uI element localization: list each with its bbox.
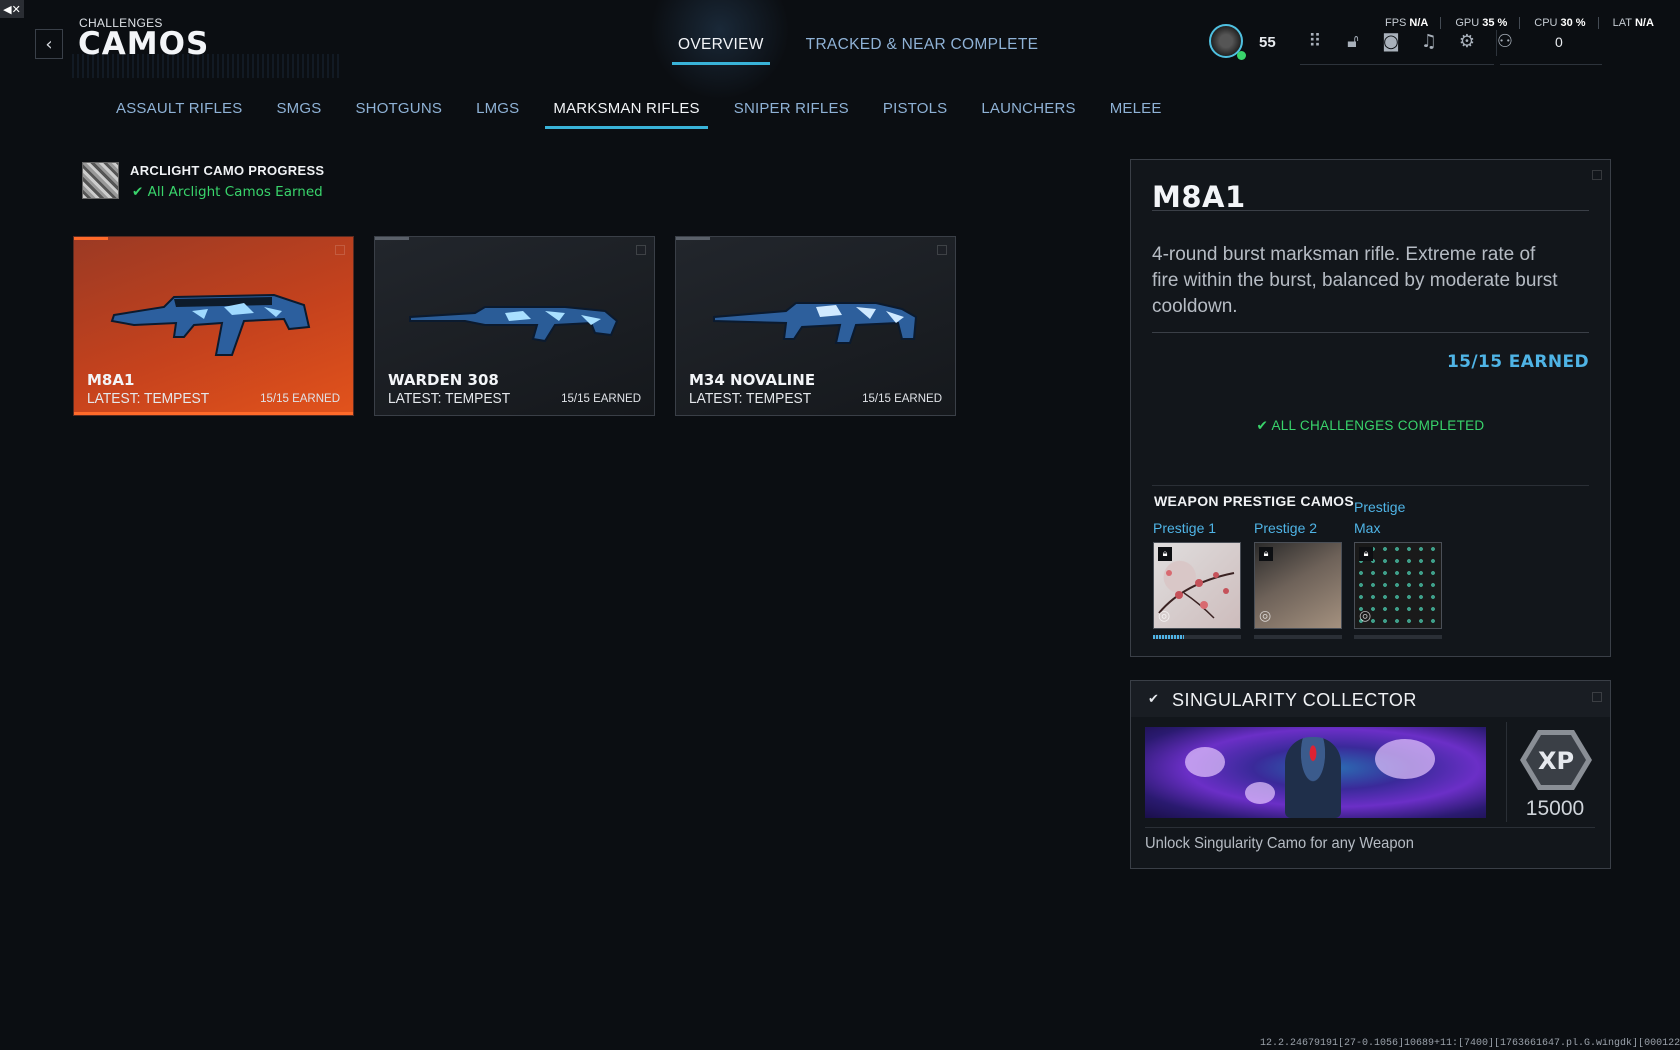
fps-stat: FPS N/A (1385, 17, 1442, 29)
xp-label: XP (1538, 747, 1574, 775)
card-accent (74, 237, 108, 240)
weapon-name: M34 NOVALINE (689, 371, 816, 389)
lock-icon: 🔒︎ (1158, 547, 1172, 561)
back-button[interactable]: ‹ (35, 29, 63, 59)
arclight-progress-status: ✔ All Arclight Camos Earned (132, 184, 323, 200)
prestige-max-progress (1354, 635, 1442, 639)
weapon-latest-camo: LATEST: TEMPEST (388, 390, 511, 407)
arclight-camo-thumbnail (82, 162, 119, 199)
card-accent (375, 237, 409, 240)
divider (1500, 64, 1602, 65)
page-title: CAMOS (78, 26, 210, 62)
tab-smgs[interactable]: SMGS (268, 98, 329, 129)
prestige-camos-title: WEAPON PRESTIGE CAMOS (1154, 493, 1354, 509)
speaker-muted-icon[interactable]: ◀✕ (0, 0, 24, 18)
chevron-left-icon: ‹ (45, 33, 53, 55)
tab-shotguns[interactable]: SHOTGUNS (347, 98, 450, 129)
gear-icon[interactable]: ⚙ (1457, 31, 1477, 52)
weapon-card-warden-308[interactable]: WARDEN 308 LATEST: TEMPEST 15/15 EARNED (374, 236, 655, 416)
gpu-stat: GPU 35 % (1455, 17, 1521, 29)
weapon-latest-camo: LATEST: TEMPEST (689, 390, 812, 407)
card-corner-mark (636, 245, 646, 255)
tab-lmgs[interactable]: LMGS (468, 98, 527, 129)
top-tabs: OVERVIEW TRACKED & NEAR COMPLETE (672, 32, 1044, 65)
xp-reward-value: 15000 (1525, 797, 1585, 820)
detail-description: 4-round burst marksman rifle. Extreme ra… (1152, 244, 1558, 317)
prestige-1-label: Prestige 1 (1153, 520, 1217, 536)
cpu-stat: CPU 30 % (1534, 17, 1599, 29)
online-status-dot (1237, 51, 1246, 60)
challenges-completed-status: ✔ ALL CHALLENGES COMPLETED (1256, 418, 1485, 433)
singularity-title: SINGULARITY COLLECTOR (1172, 690, 1417, 710)
weapon-image (110, 293, 311, 356)
divider (1300, 64, 1494, 65)
divider (1496, 30, 1497, 56)
weapon-image (713, 302, 918, 344)
panel-corner-mark (1592, 170, 1602, 180)
tab-launchers[interactable]: LAUNCHERS (973, 98, 1083, 129)
player-level: 55 (1259, 34, 1276, 51)
tab-tracked-near-complete[interactable]: TRACKED & NEAR COMPLETE (800, 32, 1045, 65)
divider (1152, 485, 1589, 486)
prestige-2-label: Prestige 2 (1254, 520, 1318, 536)
weapon-earned-count: 15/15 EARNED (561, 393, 641, 405)
party-count: 0 (1555, 34, 1563, 50)
weapon-earned-count: 15/15 EARNED (862, 393, 942, 405)
lock-unlock-icon[interactable]: 🔓︎ (1343, 31, 1363, 52)
energy-spark (1375, 739, 1435, 779)
lock-icon: 🔒︎ (1359, 547, 1373, 561)
performance-stats: FPS N/A GPU 35 % CPU 30 % LAT N/A (1385, 17, 1666, 29)
card-selected-bar (74, 412, 353, 415)
latency-stat: LAT N/A (1612, 17, 1654, 29)
weapon-earned-count: 15/15 EARNED (260, 393, 340, 405)
divider (1152, 210, 1589, 211)
divider (1145, 827, 1595, 828)
tab-sniper-rifles[interactable]: SNIPER RIFLES (726, 98, 857, 129)
prestige-1-progress (1153, 635, 1241, 639)
bell-icon[interactable]: ♫ (1419, 31, 1439, 52)
card-corner-mark (937, 245, 947, 255)
singularity-reward-image (1145, 727, 1486, 818)
party-icon[interactable]: ⚇ (1495, 31, 1515, 52)
progress-fill (1153, 635, 1184, 639)
grid-menu-icon[interactable]: ⠿ (1305, 31, 1325, 52)
divider (1152, 332, 1589, 333)
tab-marksman-rifles[interactable]: MARKSMAN RIFLES (545, 98, 708, 129)
prestige-icon: ◎ (1359, 608, 1372, 624)
prestige-2-camo[interactable]: 🔒︎ ◎ (1254, 542, 1342, 629)
weapon-name: M8A1 (87, 371, 135, 389)
weapon-card-m34-novaline[interactable]: M34 NOVALINE LATEST: TEMPEST 15/15 EARNE… (675, 236, 956, 416)
weapon-image (409, 306, 619, 343)
weapon-name: WARDEN 308 (388, 371, 499, 389)
weapon-category-tabs: ASSAULT RIFLES SMGS SHOTGUNS LMGS MARKSM… (108, 98, 1188, 129)
build-version: 12.2.24679191[27-0.1056]10689+11:[7400][… (1260, 1038, 1680, 1049)
detail-earned-count: 15/15 EARNED (1446, 352, 1589, 372)
character-figure (1285, 737, 1341, 818)
energy-spark (1245, 782, 1275, 804)
xp-badge-icon: XP (1520, 730, 1592, 790)
tab-melee[interactable]: MELEE (1102, 98, 1170, 129)
tab-pistols[interactable]: PISTOLS (875, 98, 955, 129)
prestige-icon: ◎ (1158, 608, 1171, 624)
panel-corner-mark (1592, 692, 1602, 702)
prestige-1-camo[interactable]: 🔒︎ ◎ (1153, 542, 1241, 629)
tab-overview[interactable]: OVERVIEW (672, 32, 770, 65)
card-corner-mark (335, 245, 345, 255)
energy-spark (1185, 747, 1225, 777)
lock-icon: 🔒︎ (1259, 547, 1273, 561)
singularity-description: Unlock Singularity Camo for any Weapon (1145, 835, 1414, 852)
weapon-latest-camo: LATEST: TEMPEST (87, 390, 210, 407)
arclight-progress-title: ARCLIGHT CAMO PROGRESS (130, 163, 325, 178)
toolbar-icons: ⠿ 🔓︎ ◙ ♫ ⚙ ⚇ (1305, 31, 1515, 52)
weapon-card-m8a1[interactable]: M8A1 LATEST: TEMPEST 15/15 EARNED (73, 236, 354, 416)
prestige-max-label: Prestige Max (1354, 499, 1406, 536)
card-accent (676, 237, 710, 240)
detail-weapon-name: M8A1 (1152, 180, 1246, 214)
check-icon: ✔ (1148, 692, 1159, 707)
tab-assault-rifles[interactable]: ASSAULT RIFLES (108, 98, 250, 129)
camera-icon[interactable]: ◙ (1381, 31, 1401, 52)
prestige-max-camo[interactable]: 🔒︎ ◎ (1354, 542, 1442, 629)
prestige-icon: ◎ (1259, 608, 1272, 624)
prestige-2-progress (1254, 635, 1342, 639)
